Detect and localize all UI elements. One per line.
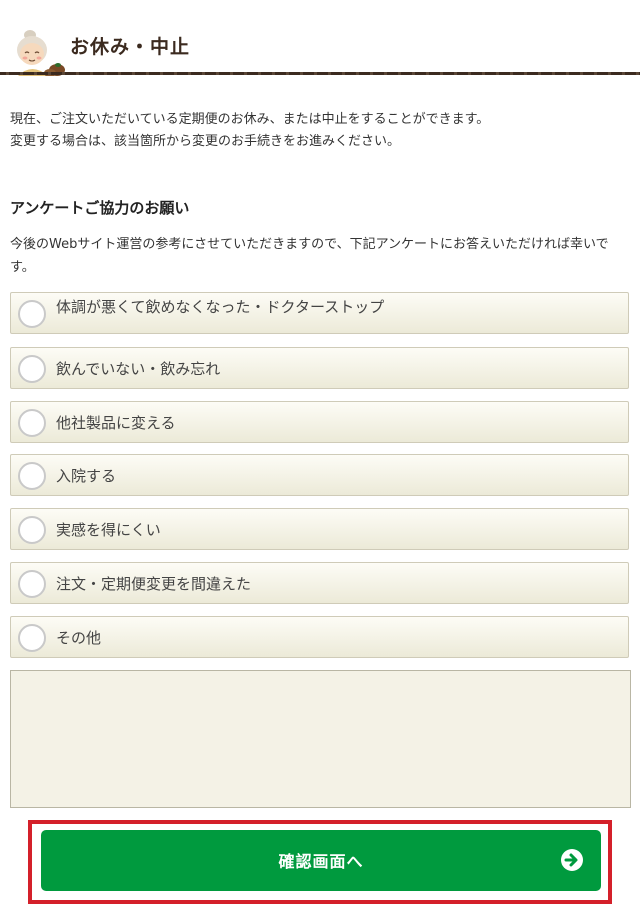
- option-label: 実感を得にくい: [56, 521, 161, 539]
- option-label: 他社製品に変える: [56, 414, 176, 432]
- intro-line-1: 現在、ご注文いただいている定期便のお休み、または中止をすることができます。: [10, 112, 490, 127]
- option-label: その他: [56, 629, 102, 647]
- radio-button[interactable]: [18, 516, 46, 544]
- page-header: お休み・中止: [0, 0, 640, 76]
- survey-heading: アンケートご協力のお願い: [10, 199, 190, 217]
- page-title: お休み・中止: [70, 36, 191, 58]
- option-hospitalized[interactable]: 入院する: [10, 454, 629, 496]
- option-label: 飲んでいない・飲み忘れ: [56, 360, 221, 378]
- option-label: 注文・定期便変更を間違えた: [56, 575, 252, 593]
- option-not-drinking[interactable]: 飲んでいない・飲み忘れ: [10, 347, 629, 389]
- option-no-effect[interactable]: 実感を得にくい: [10, 508, 629, 550]
- radio-button[interactable]: [18, 462, 46, 490]
- option-label: 入院する: [56, 467, 117, 485]
- radio-button[interactable]: [18, 409, 46, 437]
- option-ordered-by-mistake[interactable]: 注文・定期便変更を間違えた: [10, 562, 629, 604]
- intro-line-2: 変更する場合は、該当箇所から変更のお手続きをお進みください。: [10, 134, 401, 149]
- radio-button[interactable]: [18, 624, 46, 652]
- confirm-button-label: 確認画面へ: [278, 852, 364, 871]
- option-other[interactable]: その他: [10, 616, 629, 658]
- mascot-grandmother-icon: [17, 30, 65, 76]
- option-doctor-stop[interactable]: 体調が悪くて飲めなくなった・ドクターストップ: [10, 292, 629, 334]
- radio-button[interactable]: [18, 300, 46, 328]
- survey-description: 今後のWebサイト運営の参考にさせていただきますので、下記アンケートにお答えいた…: [10, 237, 609, 275]
- confirm-button[interactable]: 確認画面へ: [41, 830, 601, 891]
- other-reason-textarea[interactable]: [10, 670, 631, 808]
- arrow-circle-right-icon: [561, 849, 583, 871]
- title-divider: [0, 72, 640, 75]
- radio-button[interactable]: [18, 355, 46, 383]
- option-label: 体調が悪くて飲めなくなった・ドクターストップ: [56, 298, 385, 316]
- intro-text: 現在、ご注文いただいている定期便のお休み、または中止をすることができます。 変更…: [10, 109, 630, 153]
- radio-button[interactable]: [18, 570, 46, 598]
- option-switch-product[interactable]: 他社製品に変える: [10, 401, 629, 443]
